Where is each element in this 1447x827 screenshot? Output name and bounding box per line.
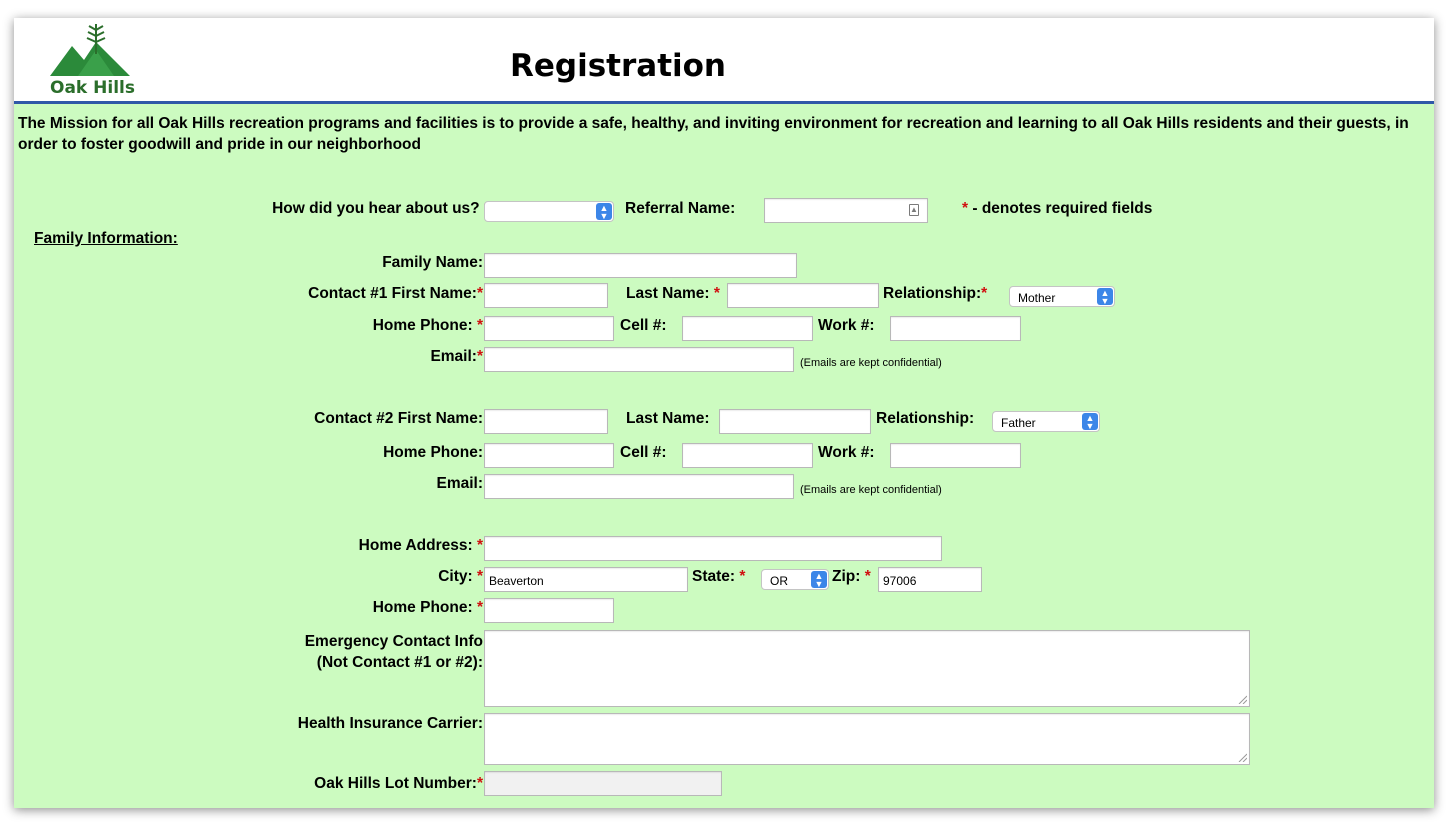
- zip-input[interactable]: 97006: [878, 567, 982, 592]
- registration-form: The Mission for all Oak Hills recreation…: [14, 104, 1434, 808]
- registration-window: Oak Hills Registration The Mission for a…: [14, 18, 1434, 808]
- contact1-work-input[interactable]: [890, 316, 1021, 341]
- contact1-relationship-select[interactable]: Mother ▲ ▼: [1009, 286, 1115, 307]
- lot-number-input[interactable]: [484, 771, 722, 796]
- how-heard-select[interactable]: ▲ ▼: [484, 201, 614, 222]
- family-name-label: Family Name:: [382, 254, 483, 271]
- contact2-last-name-input[interactable]: [719, 409, 871, 434]
- contact1-first-name-label: Contact #1 First Name:*: [308, 285, 483, 302]
- how-heard-label: How did you hear about us? *: [272, 200, 490, 218]
- family-name-input[interactable]: [484, 253, 797, 278]
- resize-grip-icon[interactable]: [1238, 753, 1247, 762]
- mission-statement: The Mission for all Oak Hills recreation…: [18, 115, 1409, 153]
- oak-hills-logo: Oak Hills: [44, 24, 144, 104]
- contact2-email-input[interactable]: [484, 474, 794, 499]
- city-label: City: *: [438, 568, 483, 585]
- contact2-relationship-label: Relationship:: [876, 410, 975, 427]
- contact2-home-phone-label: Home Phone:: [383, 444, 483, 461]
- contact2-first-name-input[interactable]: [484, 409, 608, 434]
- contact2-work-label: Work #:: [818, 444, 875, 461]
- resize-grip-icon[interactable]: [1238, 695, 1247, 704]
- logo-text: Oak Hills: [50, 78, 135, 98]
- family-info-heading: Family Information:: [34, 230, 178, 247]
- contact2-last-name-label: Last Name:: [626, 410, 710, 427]
- insurance-label: Health Insurance Carrier:: [297, 715, 483, 732]
- contact1-relationship-label: Relationship:*: [883, 285, 988, 302]
- contact1-work-label: Work #:: [818, 317, 875, 334]
- lot-number-label: Oak Hills Lot Number:*: [314, 775, 483, 792]
- home-address-input[interactable]: [484, 536, 942, 561]
- referral-name-input[interactable]: ▲: [764, 198, 928, 223]
- home-address-label: Home Address: *: [358, 537, 483, 554]
- contact2-work-input[interactable]: [890, 443, 1021, 468]
- chevron-up-down-icon: ▲ ▼: [1097, 288, 1113, 306]
- chevron-up-down-icon: ▲ ▼: [596, 203, 612, 221]
- contact1-email-label: Email:*: [430, 348, 483, 365]
- page-header: Oak Hills Registration: [14, 18, 1434, 102]
- contact1-cell-label: Cell #:: [620, 317, 667, 334]
- contact1-last-name-label: Last Name: *: [626, 285, 720, 302]
- chevron-up-down-icon: ▲ ▼: [1082, 413, 1098, 431]
- contact1-email-input[interactable]: [484, 347, 794, 372]
- chevron-up-down-icon: ▲ ▼: [811, 571, 827, 589]
- state-select[interactable]: OR ▲ ▼: [761, 569, 829, 590]
- contact1-home-phone-input[interactable]: [484, 316, 614, 341]
- contact2-cell-label: Cell #:: [620, 444, 667, 461]
- address-home-phone-input[interactable]: [484, 598, 614, 623]
- address-home-phone-label: Home Phone: *: [372, 599, 483, 616]
- contact1-first-name-input[interactable]: [484, 283, 608, 308]
- city-input[interactable]: Beaverton: [484, 567, 688, 592]
- insurance-textarea[interactable]: [484, 713, 1250, 765]
- emergency-contact-label: Emergency Contact Info (Not Contact #1 o…: [304, 633, 483, 671]
- state-label: State: *: [692, 568, 746, 585]
- contact2-home-phone-input[interactable]: [484, 443, 614, 468]
- contact2-relationship-select[interactable]: Father ▲ ▼: [992, 411, 1100, 432]
- emergency-contact-textarea[interactable]: [484, 630, 1250, 707]
- referral-name-label: Referral Name:: [625, 200, 736, 217]
- contact1-cell-input[interactable]: [682, 316, 813, 341]
- contact2-email-note: (Emails are kept confidential): [800, 484, 942, 496]
- contact-card-icon: ▲: [909, 204, 919, 216]
- mountain-tree-icon: [50, 24, 130, 76]
- contact1-email-note: (Emails are kept confidential): [800, 357, 942, 369]
- contact2-cell-input[interactable]: [682, 443, 813, 468]
- contact1-last-name-input[interactable]: [727, 283, 879, 308]
- contact1-home-phone-label: Home Phone: *: [372, 317, 483, 334]
- required-fields-note: * - denotes required fields: [962, 200, 1153, 217]
- page-title: Registration: [510, 48, 727, 84]
- zip-label: Zip: *: [832, 568, 871, 585]
- contact2-email-label: Email:: [436, 475, 483, 492]
- contact2-first-name-label: Contact #2 First Name:: [314, 410, 483, 427]
